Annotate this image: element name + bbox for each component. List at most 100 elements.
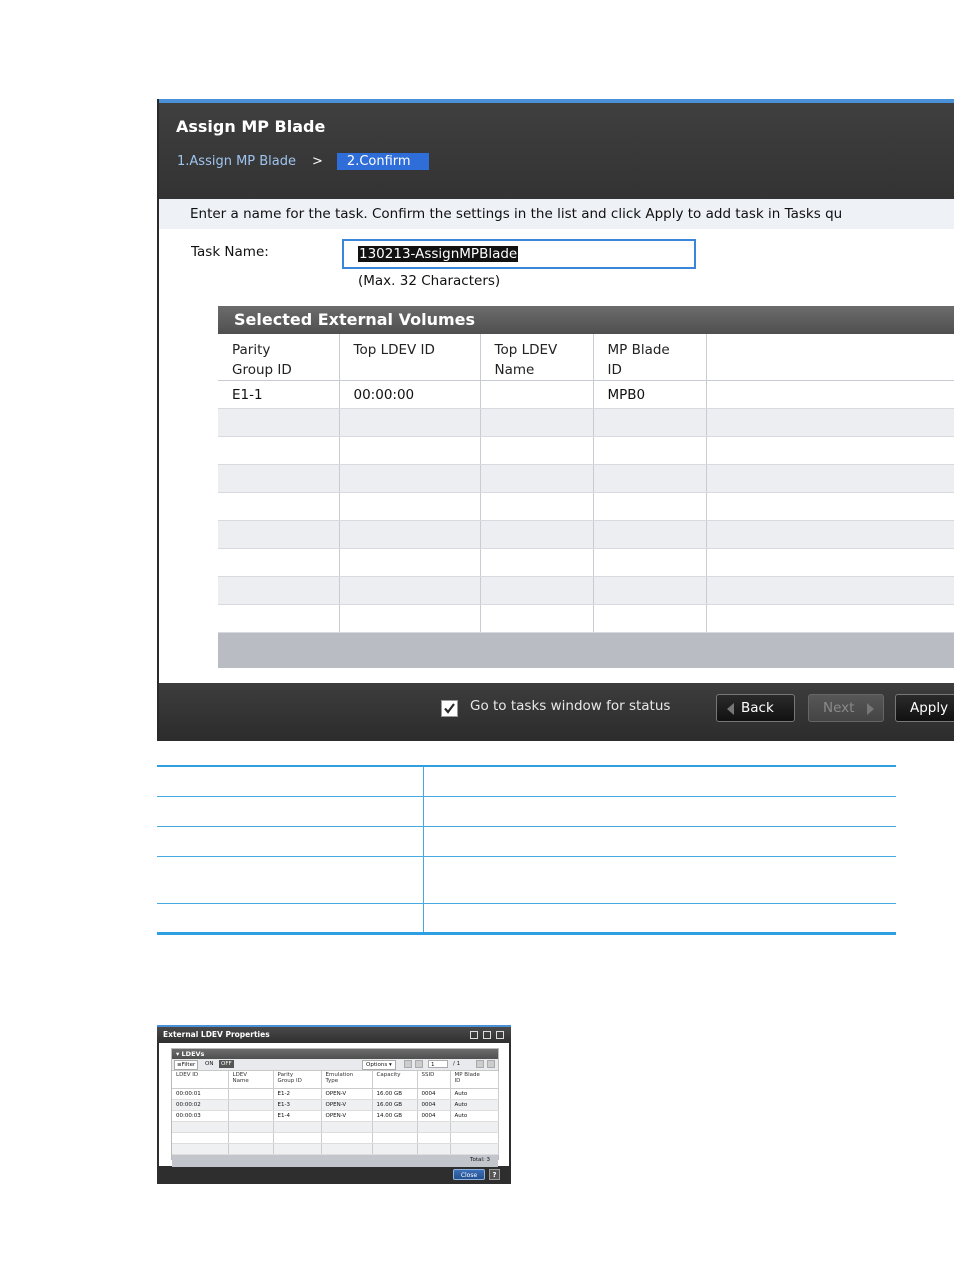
last-page-icon[interactable] [487, 1060, 495, 1068]
ldev-cell [228, 1110, 274, 1122]
first-page-icon[interactable] [404, 1060, 412, 1068]
table-cell [593, 548, 707, 577]
col-ssid[interactable]: SSID [417, 1071, 451, 1089]
page-input[interactable]: 1 [428, 1060, 448, 1068]
instruction-text: Enter a name for the task. Confirm the s… [159, 199, 954, 229]
ldev-cell [273, 1143, 322, 1155]
table-cell [706, 576, 954, 605]
table-row[interactable] [218, 436, 954, 465]
table-cell [218, 520, 340, 549]
task-name-input[interactable]: 130213-AssignMPBlade [342, 239, 696, 269]
next-arrow-icon [867, 703, 874, 715]
table-cell [480, 408, 594, 437]
table-row[interactable]: E1-1 00:00:00 MPB0 [218, 380, 954, 409]
table-cell [339, 436, 481, 465]
panel-footer [218, 633, 954, 668]
task-name-value[interactable]: 130213-AssignMPBlade [358, 246, 519, 262]
next-button[interactable]: Next [808, 694, 884, 722]
ldevs-footer: Total: 3 [172, 1154, 498, 1167]
ldevs-title-text: LDEVs [181, 1050, 205, 1058]
col-ldev-name[interactable]: LDEV Name [228, 1071, 274, 1089]
apply-button-label: Apply [910, 700, 949, 716]
table-cell [480, 548, 594, 577]
blank-table-header-row [157, 765, 896, 797]
close-button[interactable]: Close [453, 1169, 485, 1180]
col-parity-group-id-l2: Group ID [232, 362, 292, 378]
col-emulation-type-l2: Type [325, 1078, 339, 1084]
table-cell [706, 408, 954, 437]
col-top-ldev-name[interactable]: Top LDEV Name [480, 334, 594, 381]
col-parity-group[interactable]: Parity Group ID [273, 1071, 322, 1089]
go-to-tasks-label[interactable]: Go to tasks window for status [470, 698, 670, 714]
ldev-cell [372, 1143, 418, 1155]
col-ldev-id[interactable]: LDEV ID [172, 1071, 229, 1089]
selected-external-volumes-panel: Selected External Volumes Parity Group I… [218, 306, 954, 670]
col-mp-blade-l2: ID [454, 1078, 461, 1084]
col-top-ldev-name-l1: Top LDEV [494, 342, 558, 358]
col-emulation-type[interactable]: Emulation Type [321, 1071, 373, 1089]
ldev-cell [417, 1143, 451, 1155]
table-row[interactable] [218, 464, 954, 493]
close-icon[interactable] [496, 1031, 504, 1039]
apply-button[interactable]: Apply [895, 694, 954, 722]
table-cell [339, 464, 481, 493]
blank-cell [157, 903, 424, 935]
table-cell [593, 576, 707, 605]
filter-button[interactable]: ≡Filter [174, 1060, 199, 1070]
prev-page-icon[interactable] [415, 1060, 423, 1068]
table-cell [706, 464, 954, 493]
table-row[interactable] [218, 492, 954, 521]
back-arrow-icon [727, 703, 734, 715]
step-assign-mp-blade[interactable]: 1.Assign MP Blade [175, 154, 298, 169]
table-row[interactable] [218, 548, 954, 577]
col-mp-blade[interactable]: MP Blade ID [450, 1071, 499, 1089]
chevron-down-icon: ▾ [388, 1062, 392, 1068]
col-parity-group-id[interactable]: Parity Group ID [218, 334, 340, 381]
total-label: Total: [470, 1156, 485, 1163]
ldev-row[interactable] [172, 1132, 499, 1144]
col-capacity[interactable]: Capacity [372, 1071, 418, 1089]
table-row[interactable] [218, 604, 954, 633]
col-mp-blade-id[interactable]: MP Blade ID [593, 334, 707, 381]
table-cell [706, 520, 954, 549]
ldevs-table: LDEV ID LDEV Name Parity Group ID Emulatio… [172, 1071, 499, 1155]
ldev-cell: 00:00:02 [172, 1099, 229, 1111]
blank-cell [423, 903, 896, 935]
total-value: 3 [486, 1156, 491, 1163]
ldevs-panel-title[interactable]: ▾ LDEVs [172, 1049, 498, 1059]
table-cell: MPB0 [593, 380, 707, 409]
col-parity-group-id-l1: Parity [232, 342, 271, 358]
back-button[interactable]: Back [716, 694, 795, 722]
next-page-icon[interactable] [476, 1060, 484, 1068]
options-button[interactable]: Options ▾ [362, 1060, 396, 1070]
col-top-ldev-name-l2: Name [494, 362, 535, 378]
ldev-cell [417, 1132, 451, 1144]
filter-on-toggle[interactable]: ON [205, 1061, 213, 1067]
step-separator: > [312, 153, 323, 169]
table-row[interactable] [218, 408, 954, 437]
back-button-label: Back [741, 700, 774, 716]
filter-off-toggle[interactable]: OFF [219, 1060, 234, 1068]
table-header-row: Parity Group ID Top LDEV ID Top LDEV Nam… [218, 334, 954, 381]
col-top-ldev-id[interactable]: Top LDEV ID [339, 334, 481, 381]
ldev-cell [228, 1132, 274, 1144]
checkmark-icon [444, 703, 455, 714]
ldev-row[interactable]: 00:00:02 E1-3 OPEN-V 16.00 GB 0004 Auto [172, 1099, 499, 1111]
blank-cell [423, 826, 896, 857]
pin-icon[interactable] [470, 1031, 478, 1039]
maximize-icon[interactable] [483, 1031, 491, 1039]
ldev-row[interactable]: 00:00:01 E1-2 OPEN-V 16.00 GB 0004 Auto [172, 1088, 499, 1100]
table-row[interactable] [218, 576, 954, 605]
ldev-row[interactable] [172, 1121, 499, 1133]
ldev-row[interactable]: 00:00:03 E1-4 OPEN-V 14.00 GB 0004 Auto [172, 1110, 499, 1122]
table-cell [480, 436, 594, 465]
help-icon[interactable]: ? [489, 1169, 500, 1180]
external-ldev-properties-dialog: External LDEV Properties ▾ LDEVs ≡Filter… [157, 1025, 511, 1184]
next-button-label: Next [823, 700, 855, 716]
ldev-cell: E1-4 [273, 1110, 322, 1122]
ldev-row[interactable] [172, 1143, 499, 1155]
table-cell [218, 576, 340, 605]
ldev-cell [450, 1132, 499, 1144]
go-to-tasks-checkbox[interactable] [441, 700, 458, 717]
table-row[interactable] [218, 520, 954, 549]
